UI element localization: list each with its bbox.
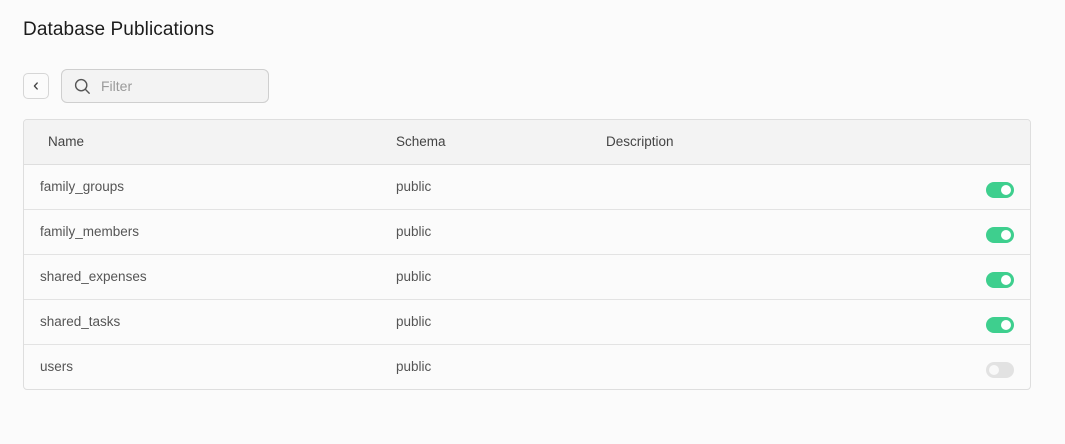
column-header-name: Name [48, 134, 85, 149]
row-name: users [40, 359, 74, 374]
table-row: users public [24, 345, 1030, 389]
row-schema: public [396, 359, 432, 374]
table-header: Name Schema Description [24, 120, 1030, 165]
publication-toggle[interactable] [986, 362, 1014, 378]
toggle-knob [1001, 320, 1011, 330]
toggle-knob [1001, 275, 1011, 285]
row-schema: public [396, 269, 432, 284]
row-schema: public [396, 179, 432, 194]
row-schema: public [396, 314, 432, 329]
toolbar [23, 69, 269, 103]
table-row: shared_expenses public [24, 255, 1030, 300]
search-box[interactable] [61, 69, 269, 103]
toggle-knob [1001, 230, 1011, 240]
publications-table: Name Schema Description family_groups pu… [23, 119, 1031, 390]
publication-toggle[interactable] [986, 227, 1014, 243]
page-title: Database Publications [23, 19, 215, 40]
toggle-knob [989, 365, 999, 375]
row-name: family_members [40, 224, 140, 239]
search-icon [74, 78, 90, 94]
search-input[interactable] [101, 78, 251, 94]
publication-toggle[interactable] [986, 182, 1014, 198]
column-header-schema: Schema [396, 134, 446, 149]
row-name: shared_tasks [40, 314, 121, 329]
table-row: family_members public [24, 210, 1030, 255]
row-name: family_groups [40, 179, 125, 194]
database-publications-page: Database Publications Name Schema Descri… [0, 0, 1065, 444]
column-header-description: Description [606, 134, 674, 149]
chevron-left-icon [33, 82, 38, 90]
toggle-knob [1001, 185, 1011, 195]
publication-toggle[interactable] [986, 272, 1014, 288]
table-row: family_groups public [24, 165, 1030, 210]
publication-toggle[interactable] [986, 317, 1014, 333]
back-button[interactable] [23, 73, 49, 99]
row-name: shared_expenses [40, 269, 147, 284]
table-row: shared_tasks public [24, 300, 1030, 345]
row-schema: public [396, 224, 432, 239]
